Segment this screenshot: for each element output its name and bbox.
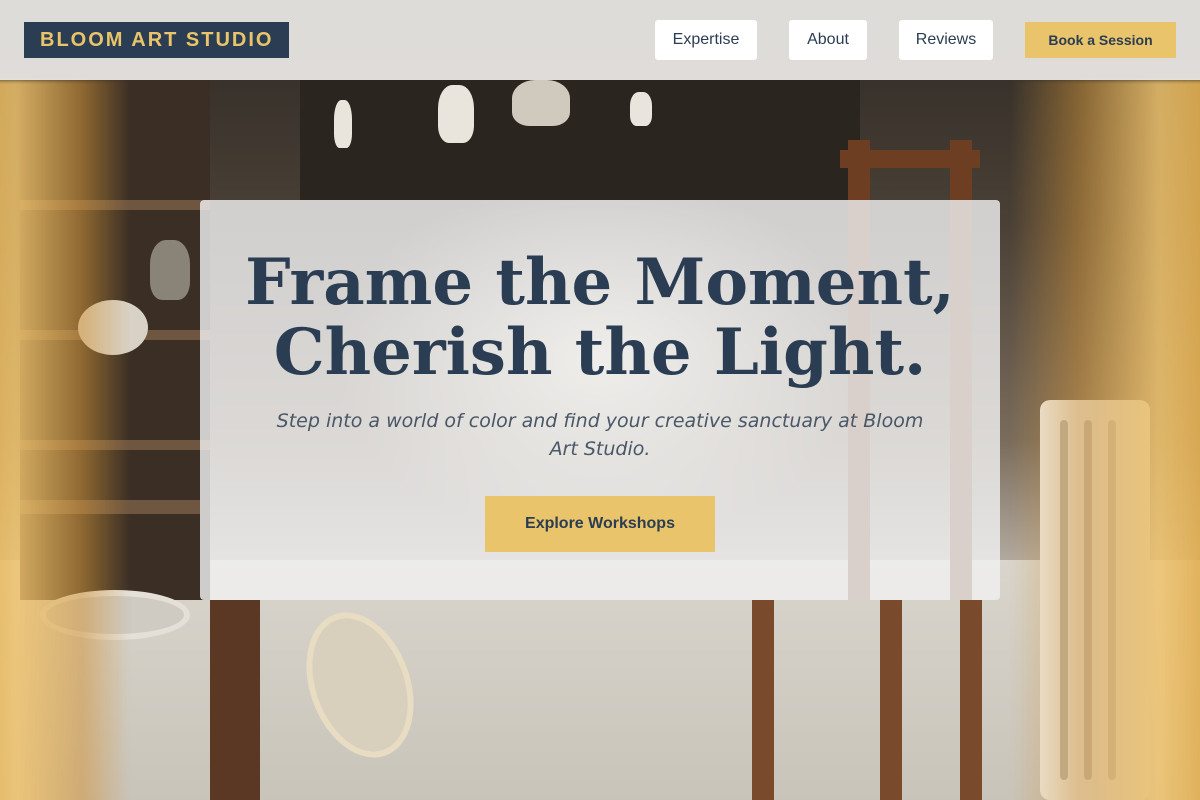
back-shelf xyxy=(300,80,860,200)
right-curtain xyxy=(1010,80,1200,800)
stool-leg xyxy=(210,600,260,800)
nav-reviews-link[interactable]: Reviews xyxy=(899,20,993,60)
bottle xyxy=(630,92,652,126)
easel-leg xyxy=(960,600,982,800)
nav-expertise-link[interactable]: Expertise xyxy=(655,20,757,60)
easel-leg xyxy=(880,600,902,800)
hero-subtitle: Step into a world of color and find your… xyxy=(276,410,924,460)
explore-workshops-button[interactable]: Explore Workshops xyxy=(485,496,715,552)
ceramic-jar xyxy=(150,240,190,300)
site-header: BLOOM ART STUDIO Expertise About Reviews… xyxy=(0,0,1200,80)
left-curtain xyxy=(0,80,130,800)
nav-about-link[interactable]: About xyxy=(789,20,867,60)
hero-title-line1: Frame the Moment, xyxy=(245,245,955,320)
hero-card: Frame the Moment, Cherish the Light. Ste… xyxy=(200,200,1000,600)
vase xyxy=(512,80,570,126)
bottle xyxy=(334,100,352,148)
hero-title-line2: Cherish the Light. xyxy=(273,315,927,390)
vase xyxy=(438,85,474,143)
hero-title: Frame the Moment, Cherish the Light. xyxy=(200,248,1000,388)
easel-bar xyxy=(840,150,980,168)
book-session-button[interactable]: Book a Session xyxy=(1025,22,1176,58)
easel-leg xyxy=(752,600,774,800)
site-logo[interactable]: BLOOM ART STUDIO xyxy=(24,22,290,58)
